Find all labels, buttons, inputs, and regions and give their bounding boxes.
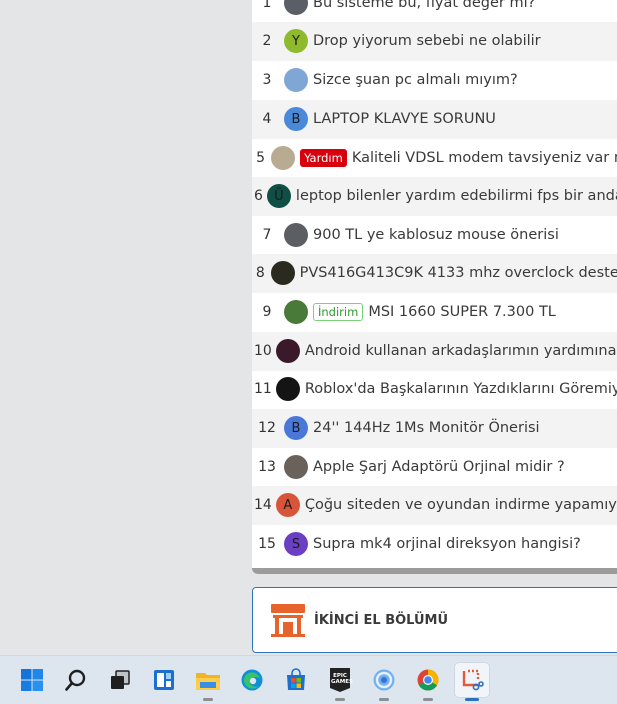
topic-rank: 12 [258, 420, 276, 437]
topic-row[interactable]: 14 A Çoğu siteden ve oyundan indirme yapam… [252, 486, 617, 525]
topic-rank: 9 [262, 304, 272, 321]
topic-title-link[interactable]: Bu sisteme bu, fiyat değer mi? [313, 0, 535, 11]
avatar[interactable] [284, 68, 308, 93]
topic-rank: 6 [254, 188, 263, 205]
running-indicator [203, 698, 213, 701]
topic-title-link[interactable]: Çoğu siteden ve oyundan indirme yapamıyo… [305, 497, 617, 513]
topic-title-link[interactable]: Roblox'da Başkalarının Yazdıklarını Göre… [305, 381, 617, 397]
topic-rank: 11 [254, 381, 272, 398]
topic-title-link[interactable]: Drop yiyorum sebebi ne olabilir [313, 33, 541, 49]
topic-rank: 1 [262, 0, 272, 12]
widgets-icon [154, 670, 174, 690]
task-view-button[interactable] [102, 662, 138, 698]
running-indicator [379, 698, 389, 701]
search-button[interactable] [58, 662, 94, 698]
topic-row[interactable]: 9 İndirim MSI 1660 SUPER 7.300 TL [252, 293, 617, 332]
file-explorer-button[interactable] [190, 662, 226, 701]
topic-rank: 2 [262, 33, 272, 50]
avatar[interactable] [271, 146, 296, 171]
topic-rank: 5 [256, 150, 266, 167]
topic-tag: İndirim [313, 303, 364, 322]
running-indicator [423, 698, 433, 701]
topic-title-link[interactable]: PVS416G413C9K 4133 mhz overclock desteği [300, 265, 617, 281]
topics-panel: 1 Bu sisteme bu, fiyat değer mi? 2 Y Drop yi… [252, 0, 617, 574]
epic-games-label: EPIC GAMES [331, 673, 353, 685]
topic-row[interactable]: 11 Roblox'da Başkalarının Yazdıklarını Gö… [252, 370, 617, 409]
edge-icon [241, 669, 263, 691]
topic-title-link[interactable]: LAPTOP KLAVYE SORUNU [313, 111, 496, 127]
topic-title-link[interactable]: MSI 1660 SUPER 7.300 TL [368, 304, 556, 320]
topic-title-link[interactable]: Sizce şuan pc almalı mıyım? [313, 72, 518, 88]
microsoft-store-icon [287, 668, 305, 690]
topic-row[interactable]: 4 B LAPTOP KLAVYE SORUNU [252, 100, 617, 139]
topic-row[interactable]: 12 B 24'' 144Hz 1Ms Monitör Önerisi [252, 409, 617, 448]
topic-rank: 10 [254, 343, 272, 360]
topic-title-link[interactable]: 24'' 144Hz 1Ms Monitör Önerisi [313, 420, 540, 436]
start-icon [21, 669, 43, 691]
search-icon [65, 669, 86, 691]
epic-games-button[interactable]: EPIC GAMES [322, 662, 358, 701]
topic-row[interactable]: 13 Apple Şarj Adaptörü Orjinal midir ? [252, 448, 617, 487]
topic-row[interactable]: 3 Sizce şuan pc almalı mıyım? [252, 61, 617, 100]
chrome-icon [417, 669, 439, 691]
topic-rank: 7 [262, 227, 272, 244]
app-icon [373, 669, 395, 691]
topic-tag: Yardım [300, 149, 347, 168]
topic-rank: 3 [262, 72, 272, 89]
topic-title-link[interactable]: Kaliteli VDSL modem tavsiyeniz var mı [352, 150, 617, 166]
avatar[interactable]: Y [284, 29, 308, 54]
avatar[interactable]: B [284, 416, 308, 441]
avatar[interactable] [270, 261, 295, 286]
taskbar: EPIC GAMES [0, 655, 617, 704]
topic-rank: 4 [262, 111, 272, 128]
topic-row[interactable]: 5 Yardım Kaliteli VDSL modem tavsiyeniz va… [252, 139, 617, 178]
edge-button[interactable] [234, 662, 270, 698]
topic-title-link[interactable]: Supra mk4 orjinal direksyon hangisi? [313, 536, 581, 552]
topic-row[interactable]: 6 Üleptop bilenler yardım edebilirmi fps … [252, 177, 617, 216]
file-explorer-icon [196, 673, 220, 690]
shop-icon [271, 604, 305, 637]
topic-row[interactable]: 8 PVS416G413C9K 4133 mhz overclock desteğ… [252, 254, 617, 293]
running-indicator [465, 698, 479, 701]
avatar[interactable] [275, 377, 300, 402]
running-indicator [335, 698, 345, 701]
topic-rank: 14 [254, 497, 272, 514]
topic-title-link[interactable]: Apple Şarj Adaptörü Orjinal midir ? [313, 459, 565, 475]
topic-row[interactable]: 7 900 TL ye kablosuz mouse önerisi [252, 216, 617, 255]
avatar[interactable]: Ü [266, 184, 291, 209]
snipping-tool-icon [462, 669, 484, 691]
topic-row[interactable]: 2 Y Drop yiyorum sebebi ne olabilir [252, 22, 617, 61]
avatar[interactable]: S [284, 532, 308, 557]
topic-rank: 15 [258, 536, 276, 553]
avatar[interactable] [284, 455, 308, 480]
avatar[interactable] [284, 223, 308, 248]
avatar[interactable]: A [275, 493, 300, 518]
avatar[interactable]: B [284, 107, 308, 132]
task-view-icon [111, 670, 130, 689]
topic-rank: 13 [258, 459, 276, 476]
topic-title-link[interactable]: 900 TL ye kablosuz mouse önerisi [313, 227, 559, 243]
avatar[interactable] [275, 339, 300, 364]
start-button[interactable] [14, 662, 50, 698]
second-hand-section[interactable]: İKİNCİ EL BÖLÜMÜ [252, 587, 617, 653]
widgets-button[interactable] [146, 662, 182, 698]
chrome-button[interactable] [410, 662, 446, 701]
snipping-tool-button[interactable] [454, 662, 490, 701]
avatar[interactable] [284, 0, 308, 16]
microsoft-store-button[interactable] [278, 662, 314, 698]
topic-row[interactable]: 15 S Supra mk4 orjinal direksyon hangisi? [252, 525, 617, 564]
avatar[interactable] [284, 300, 308, 325]
topic-title-link[interactable]: Android kullanan arkadaşlarımın yardımın… [305, 343, 617, 359]
app-button[interactable] [366, 662, 402, 701]
topic-rank: 8 [255, 265, 265, 282]
second-hand-label: İKİNCİ EL BÖLÜMÜ [314, 612, 449, 628]
topic-row[interactable]: 1 Bu sisteme bu, fiyat değer mi? [252, 0, 617, 23]
topic-row[interactable]: 10 Android kullanan arkadaşlarımın yardım… [252, 332, 617, 371]
topic-title-link[interactable]: leptop bilenler yardım edebilirmi fps bi… [296, 188, 617, 204]
